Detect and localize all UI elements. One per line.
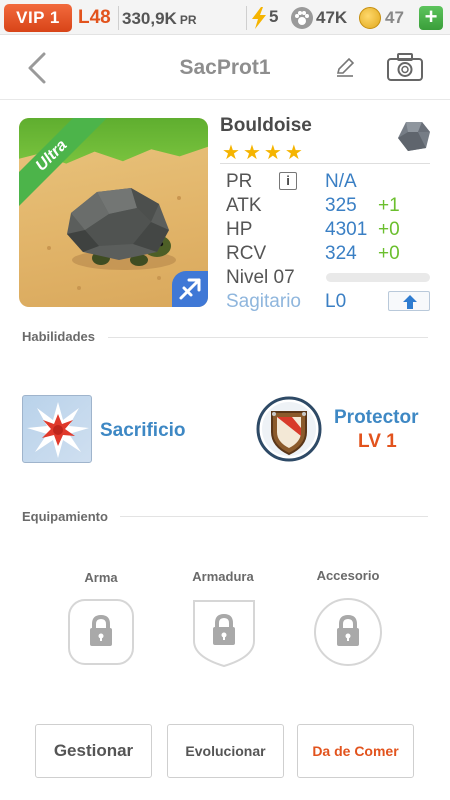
arrow-up-icon — [403, 295, 417, 309]
star-icon: ★ — [284, 142, 304, 164]
camera-icon — [387, 53, 423, 81]
divider — [118, 6, 119, 30]
armor-slot-label: Armadura — [192, 569, 254, 584]
monster-level: Nivel 07 — [226, 267, 295, 288]
paw-icon — [291, 7, 313, 29]
add-coins-button[interactable]: + — [419, 6, 443, 30]
pr-unit: PR — [179, 13, 197, 27]
sacrifice-skill-icon[interactable] — [22, 395, 92, 463]
monster-portrait[interactable]: Ultra — [19, 118, 208, 307]
accessory-slot-label: Accesorio — [316, 568, 380, 583]
protector-skill-level: LV 1 — [358, 431, 397, 452]
divider — [220, 163, 430, 164]
stat-value-rcv: 324 — [325, 243, 357, 264]
xp-progress-bar — [326, 273, 430, 282]
zodiac-sign-label: Sagitario — [226, 291, 301, 312]
pencil-icon — [336, 57, 355, 77]
stat-value-atk: 325 — [325, 195, 357, 216]
stat-label-atk: ATK — [226, 195, 262, 216]
sagittarius-icon — [179, 278, 201, 300]
weapon-slot[interactable] — [67, 598, 135, 671]
player-pr: 330,9K PR — [122, 8, 197, 31]
page-title: SacProt1 — [179, 56, 271, 79]
zodiac-upgrade-button[interactable] — [388, 291, 430, 311]
zodiac-level: L0 — [325, 291, 347, 312]
stat-label-hp: HP — [226, 219, 253, 240]
accessory-slot[interactable] — [313, 597, 383, 672]
star-rating: ★ ★ ★ ★ — [222, 140, 306, 165]
coin-counter[interactable]: 47 — [359, 5, 414, 31]
rock-element-icon — [396, 118, 432, 154]
vip-badge[interactable]: VIP 1 — [4, 4, 72, 32]
coin-value: 47 — [385, 8, 404, 27]
star-icon: ★ — [222, 142, 241, 164]
evolve-button[interactable]: Evolucionar — [167, 724, 284, 778]
camera-button[interactable] — [386, 52, 424, 82]
energy-counter[interactable]: 5 — [251, 6, 291, 30]
paw-value: 47K — [316, 8, 348, 27]
stat-value-pr: N/A — [325, 171, 357, 192]
protector-skill-name[interactable]: Protector — [334, 407, 418, 429]
divider — [120, 516, 428, 517]
energy-value: 5 — [269, 7, 279, 26]
back-button[interactable] — [24, 50, 52, 86]
stat-bonus-hp: +0 — [378, 219, 400, 240]
star-icon: ★ — [242, 142, 262, 164]
zodiac-badge — [172, 271, 208, 307]
lightning-icon — [252, 7, 266, 29]
edit-name-button[interactable] — [334, 56, 356, 78]
equipment-section-title: Equipamiento — [22, 509, 108, 524]
stat-bonus-atk: +1 — [378, 195, 400, 216]
divider — [246, 6, 247, 30]
divider — [108, 337, 428, 338]
weapon-slot-label: Arma — [84, 570, 118, 585]
paw-counter[interactable]: 47K — [291, 5, 353, 31]
pr-value: 330,9K — [122, 9, 177, 28]
stat-label-pr: PR — [226, 171, 253, 192]
stat-label-rcv: RCV — [226, 243, 267, 264]
armor-slot[interactable] — [190, 597, 258, 674]
stat-value-hp: 4301 — [325, 219, 368, 240]
protector-skill-icon[interactable] — [256, 396, 322, 462]
sacrifice-skill-name[interactable]: Sacrificio — [100, 420, 186, 442]
coin-icon — [359, 7, 381, 29]
player-level: L48 — [78, 7, 111, 28]
chevron-left-icon — [28, 52, 46, 84]
monster-name: Bouldoise — [220, 115, 312, 136]
status-bar: VIP 1 L48 330,9K PR 5 47K 47 + — [0, 0, 450, 35]
stat-bonus-rcv: +0 — [378, 243, 400, 264]
page-header: SacProt1 — [0, 36, 450, 100]
manage-button[interactable]: Gestionar — [35, 724, 152, 778]
star-icon: ★ — [263, 142, 283, 164]
feed-button[interactable]: Da de Comer — [297, 724, 414, 778]
skills-section-title: Habilidades — [22, 329, 95, 344]
pr-info-button[interactable]: i — [279, 172, 297, 190]
